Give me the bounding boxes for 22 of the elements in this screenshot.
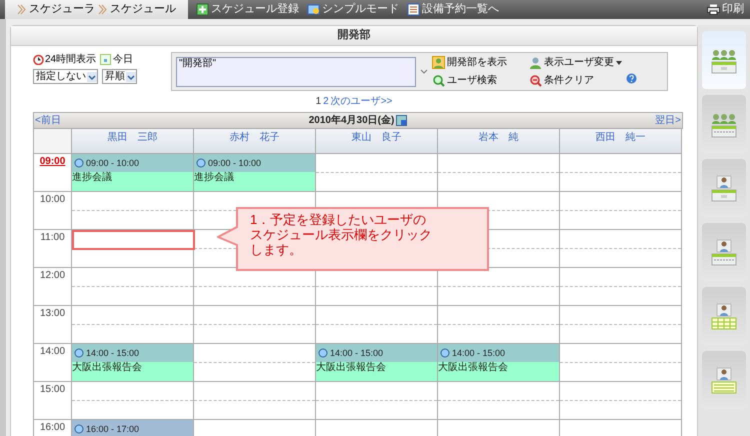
date-heading: 2010年4月30日(金) (308, 114, 394, 128)
time-label: 11:00 (40, 231, 65, 245)
event-time: 14:00 - 15:00 (452, 348, 506, 358)
event-time: 14:00 - 15:00 (330, 348, 384, 358)
callout-text: 1．予定を登録したいユーザの スケジュール表示欄をクリック します。 (250, 212, 432, 257)
event-title: 進捗会議 (72, 172, 113, 184)
time-label: 13:00 (40, 307, 66, 321)
event-time: 14:00 - 15:00 (86, 348, 140, 358)
time-label: 09:00 (40, 155, 66, 169)
event-title: 大阪出張報告会 (438, 362, 509, 374)
time-label: 15:00 (40, 383, 66, 397)
event-time: 09:00 - 10:00 (208, 158, 262, 168)
time-label: 10:00 (40, 193, 66, 207)
event-title: 大阪出張報告会 (72, 362, 143, 374)
time-label: 12:00 (40, 269, 66, 283)
event-time: 16:00 - 17:00 (86, 424, 140, 434)
time-label: 14:00 (40, 345, 66, 359)
event-time: 09:00 - 10:00 (86, 158, 140, 168)
event-title: 大阪出張報告会 (316, 362, 387, 374)
event-title: 進捗会議 (194, 172, 235, 184)
time-label: 16:00 (40, 421, 66, 435)
panel-title: 開発部 (338, 28, 370, 44)
